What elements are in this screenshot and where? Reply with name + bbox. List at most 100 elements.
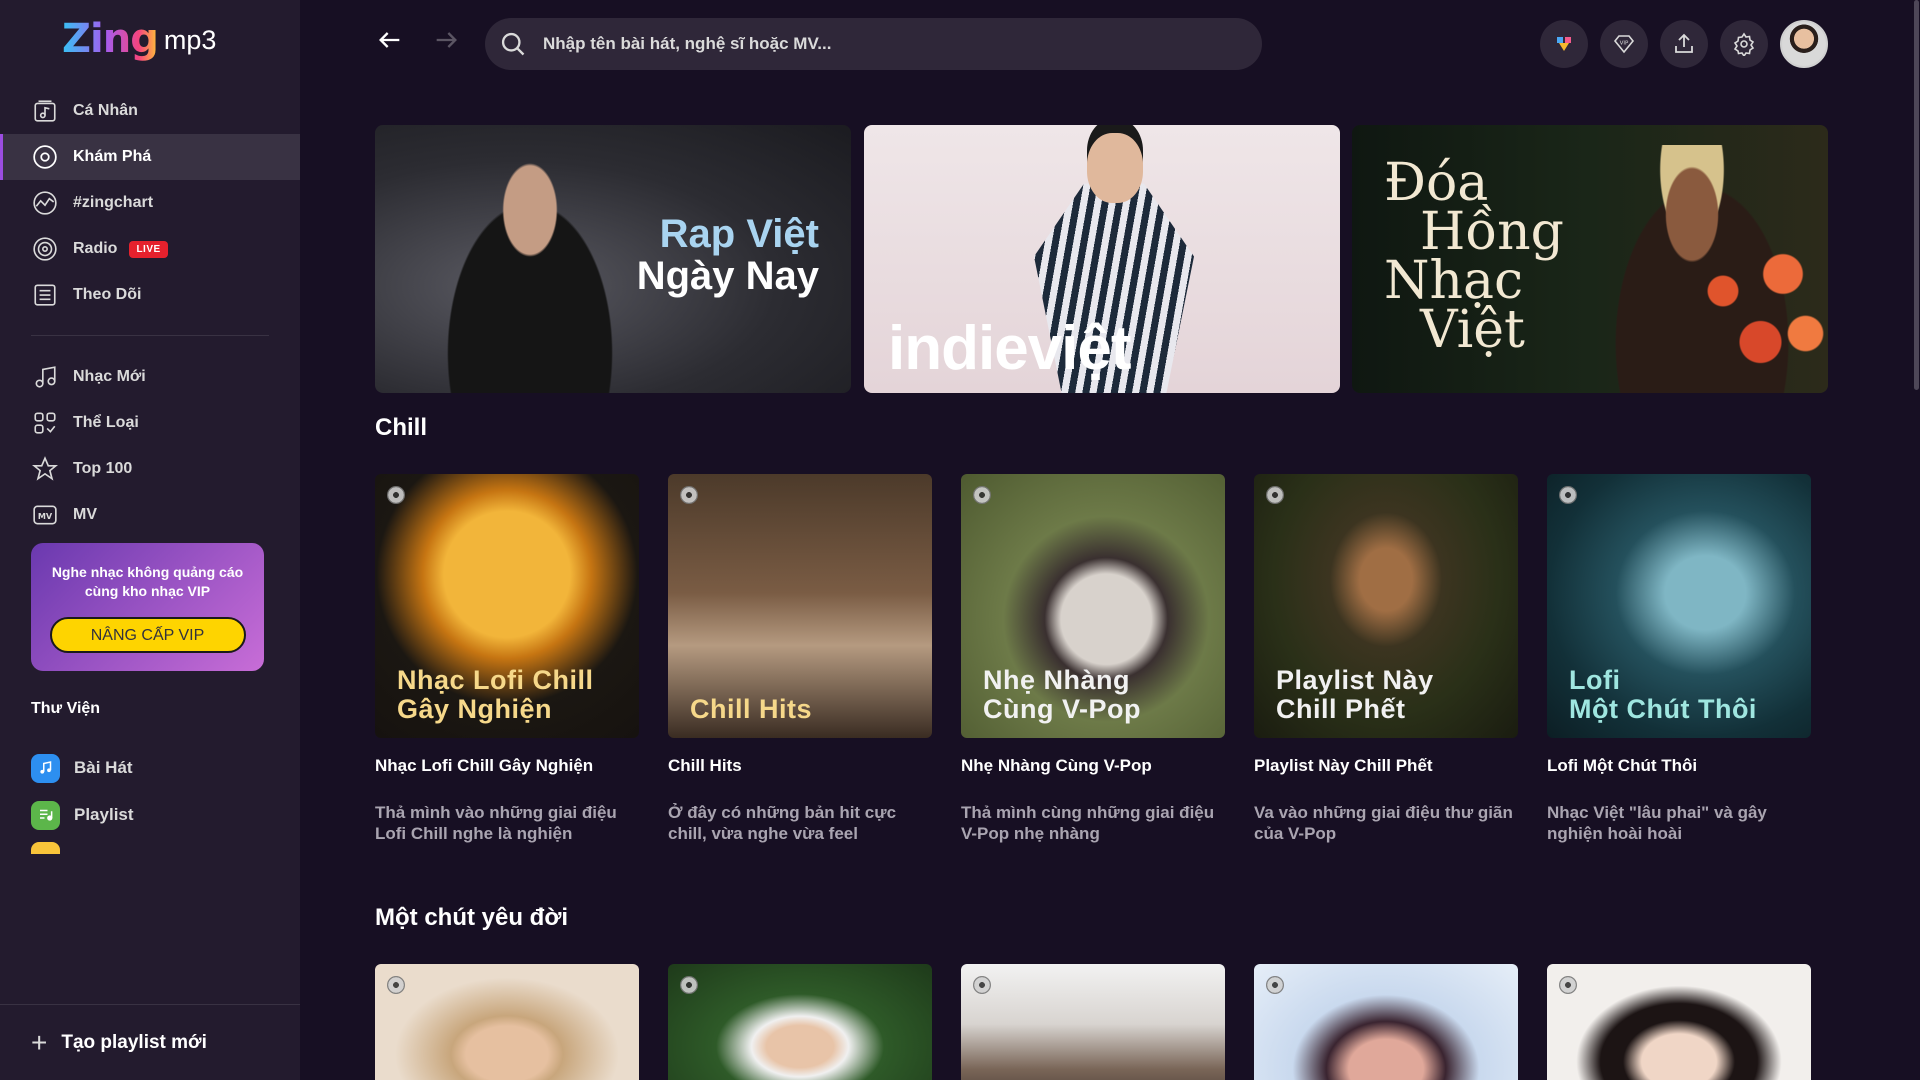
sidebar-item-label: Nhạc Mới [73, 368, 146, 385]
sidebar-item-radio[interactable]: Radio LIVE [0, 226, 300, 272]
playlist-cover[interactable]: Chill Hits [668, 474, 932, 738]
search-input[interactable] [543, 34, 1223, 54]
sidebar-item-theo-doi[interactable]: Theo Dõi [0, 272, 300, 318]
playlist-card[interactable]: Chill Hits Chill Hits Ở đây có những bản… [668, 474, 932, 844]
upload-icon [1675, 33, 1693, 53]
playlist-cover[interactable] [961, 964, 1225, 1080]
sidebar-item-label: MV [73, 506, 97, 523]
library-title: Thư Viện [31, 700, 101, 717]
create-playlist-button[interactable]: + Tạo playlist mới [0, 1004, 300, 1080]
live-badge: LIVE [129, 240, 168, 258]
sidebar-item-label: #zingchart [73, 194, 154, 211]
sidebar-item-label: Radio [73, 240, 118, 257]
vinyl-icon [387, 976, 405, 994]
back-button[interactable] [374, 24, 406, 56]
sidebar-item-ca-nhan[interactable]: Cá Nhân [0, 88, 300, 134]
logo-zing-text: Zing [62, 16, 159, 62]
search-bar[interactable] [485, 18, 1262, 70]
playlist-cover[interactable] [375, 964, 639, 1080]
sidebar-item-label: Thể Loại [73, 414, 139, 431]
playlist-card[interactable]: Nhẹ Nhàng Cùng V-Pop Nhẹ Nhàng Cùng V-Po… [961, 474, 1225, 844]
svg-text:VIP: VIP [1620, 41, 1629, 47]
plus-icon: + [31, 1026, 48, 1058]
banner-title-line1: Rap Việt [659, 212, 819, 256]
library-item-partial [31, 842, 60, 854]
playlist-description: Thả mình vào những giai điệu Lofi Chill … [375, 803, 617, 843]
sidebar-item-label: Theo Dõi [73, 286, 142, 303]
upload-button[interactable] [1660, 20, 1708, 68]
sidebar-item-kham-pha[interactable]: Khám Phá [0, 134, 300, 180]
playlist-cover[interactable] [1254, 964, 1518, 1080]
cover-text: Chill Hits [690, 694, 813, 724]
playlist-card[interactable] [1547, 964, 1811, 1080]
playlist-card[interactable]: Nhạc Lofi Chill Gây Nghiện Nhạc Lofi Chi… [375, 474, 639, 844]
forward-button[interactable] [430, 24, 462, 56]
banner-rap-viet[interactable]: Rap Việt Ngày Nay [375, 125, 851, 393]
user-avatar[interactable] [1780, 20, 1828, 68]
banner-title-line: Nhạc [1384, 251, 1524, 311]
playlist-cover[interactable] [1547, 964, 1811, 1080]
vinyl-icon [680, 486, 698, 504]
upgrade-vip-button[interactable]: NÂNG CẤP VIP [49, 617, 246, 653]
playlist-card[interactable] [668, 964, 932, 1080]
playlist-cover[interactable]: Nhạc Lofi Chill Gây Nghiện [375, 474, 639, 738]
sidebar-item-zingchart[interactable]: #zingchart [0, 180, 300, 226]
vinyl-icon [1559, 976, 1577, 994]
radio-icon [31, 235, 59, 263]
sidebar-item-nhac-moi[interactable]: Nhạc Mới [0, 354, 300, 400]
vinyl-icon [973, 486, 991, 504]
cover-text: Playlist Này Chill Phết [1276, 665, 1434, 724]
section-title-mot-chut-yeu-doi[interactable]: Một chút yêu đời [375, 904, 568, 932]
banner-flowers-image [1678, 223, 1828, 393]
vinyl-icon [1559, 486, 1577, 504]
playlist-cover[interactable] [668, 964, 932, 1080]
banner-indie-viet[interactable]: indieviệt [864, 125, 1340, 393]
library-item-songs[interactable]: Bài Hát [31, 748, 133, 788]
library-item-label: Bài Hát [74, 758, 133, 777]
banner-doa-hong-nhac-viet[interactable]: Đóa Hồng Nhạc Việt [1352, 125, 1828, 393]
banner-title: Rap Việt Ngày Nay [637, 213, 819, 297]
sidebar-item-top-100[interactable]: Top 100 [0, 446, 300, 492]
page-scrollbar[interactable] [1912, 0, 1920, 1080]
playlist-cover[interactable]: Playlist Này Chill Phết [1254, 474, 1518, 738]
section-title-chill[interactable]: Chill [375, 414, 427, 442]
settings-button[interactable] [1720, 20, 1768, 68]
playlist-cover[interactable]: Nhẹ Nhàng Cùng V-Pop [961, 474, 1225, 738]
playlist-card[interactable] [375, 964, 639, 1080]
library-item-playlist[interactable]: Playlist [31, 795, 134, 835]
zing-mp3-logo[interactable]: Zing mp3 [62, 12, 216, 62]
theme-button[interactable] [1540, 20, 1588, 68]
sidebar-item-mv[interactable]: MV MV [0, 492, 300, 538]
playlist-description: Va vào những giai điệu thư giãn của V-Po… [1254, 803, 1513, 843]
library-item-label: Playlist [74, 805, 134, 824]
playlist-name[interactable]: Playlist Này Chill Phết [1254, 756, 1518, 776]
gear-icon [1733, 32, 1755, 56]
news-icon [31, 281, 59, 309]
search-icon [501, 32, 525, 56]
playlist-card[interactable] [961, 964, 1225, 1080]
banner-artist-image [415, 145, 645, 393]
playlist-card[interactable]: Playlist Này Chill Phết Playlist Này Chi… [1254, 474, 1518, 844]
playlist-name[interactable]: Lofi Một Chút Thôi [1547, 756, 1811, 776]
vinyl-icon [973, 976, 991, 994]
vinyl-icon [680, 976, 698, 994]
playlist-cover[interactable]: Lofi Một Chút Thôi [1547, 474, 1811, 738]
playlist-name[interactable]: Nhẹ Nhàng Cùng V-Pop [961, 756, 1225, 776]
vip-button[interactable]: VIP [1600, 20, 1648, 68]
vip-icon: VIP [1613, 35, 1635, 54]
category-icon [31, 409, 59, 437]
cover-text: Nhạc Lofi Chill Gây Nghiện [397, 665, 594, 724]
playlist-card[interactable]: Lofi Một Chút Thôi Lofi Một Chút Thôi Nh… [1547, 474, 1811, 844]
music-note-icon [31, 363, 59, 391]
sidebar: Zing mp3 Cá Nhân Khám Phá #zingchart Rad… [0, 0, 300, 1080]
svg-text:MV: MV [38, 511, 53, 521]
playlist-name[interactable]: Nhạc Lofi Chill Gây Nghiện [375, 756, 639, 776]
sidebar-item-label: Top 100 [73, 460, 133, 477]
playlist-description: Thả mình cùng những giai điệu V-Pop nhẹ … [961, 803, 1215, 843]
arrow-left-icon [379, 32, 400, 48]
playlist-name[interactable]: Chill Hits [668, 756, 932, 776]
playlist-card[interactable] [1254, 964, 1518, 1080]
scrollbar-thumb[interactable] [1914, 0, 1919, 390]
sidebar-item-the-loai[interactable]: Thể Loại [0, 400, 300, 446]
vinyl-icon [387, 486, 405, 504]
